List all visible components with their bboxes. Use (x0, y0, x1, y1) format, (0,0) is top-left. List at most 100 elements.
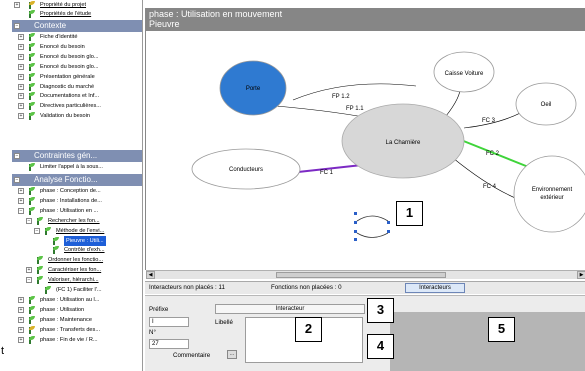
expand-toggle[interactable]: + (18, 73, 24, 80)
n-label: N° (149, 329, 156, 336)
node-label: Conducteurs (229, 167, 263, 173)
expand-toggle[interactable]: + (18, 83, 24, 90)
tree-item-label: Méthode de l'envi... (56, 227, 105, 234)
leaf-icon (26, 335, 35, 344)
leaf-icon (34, 266, 43, 275)
leaf-icon (26, 10, 35, 18)
prefixe-field[interactable]: I (149, 317, 189, 327)
expand-toggle[interactable]: + (18, 306, 24, 313)
section-label: Contraintes gén... (34, 151, 98, 160)
leaf-icon (26, 33, 35, 41)
callout-2: 2 (295, 317, 322, 342)
libelle-label: Libellé (215, 319, 233, 326)
node-label: Environnement (532, 187, 573, 193)
section-label: Analyse Fonctio... (34, 175, 98, 184)
leaf-icon (26, 82, 35, 91)
expand-toggle[interactable]: + (18, 326, 24, 333)
link-fp12[interactable] (292, 83, 417, 101)
commentaire-label: Commentaire (173, 352, 211, 359)
interacteur-tab[interactable]: Interacteur (215, 304, 365, 314)
expand-toggle[interactable]: + (18, 34, 24, 40)
tree-item-label: phase : Installations de... (40, 197, 102, 204)
leaf-icon (26, 52, 35, 61)
selection-handle[interactable] (354, 238, 357, 241)
link-label: FC 1 (320, 170, 334, 176)
collapse-toggle[interactable]: − (26, 217, 32, 224)
node-environnement[interactable] (513, 155, 585, 233)
link-label: FP 1.2 (332, 94, 350, 100)
section-contexte[interactable]: − Contexte (12, 20, 142, 32)
prefixe-label: Préfixe (149, 306, 169, 313)
leaf-icon (26, 206, 35, 215)
collapse-toggle[interactable]: − (18, 207, 24, 214)
expand-toggle[interactable]: + (18, 188, 24, 194)
tree-item-label: phase : Fin de vie / R... (40, 336, 98, 343)
selection-handle[interactable] (354, 212, 357, 215)
tree-item-label: phase : Utilisation au l... (40, 296, 100, 303)
expand-toggle[interactable]: + (18, 63, 24, 70)
expand-toggle[interactable]: + (26, 267, 32, 274)
leaf-icon (26, 42, 35, 51)
expand-toggle[interactable]: + (18, 113, 24, 120)
tree-item-label: Enoncé du besoin glo... (40, 53, 99, 60)
collapse-toggle[interactable]: − (14, 23, 20, 29)
node-label: Caisse Voiture (445, 71, 484, 77)
expand-toggle[interactable]: + (18, 316, 24, 323)
expand-toggle[interactable]: + (18, 93, 24, 100)
collapse-toggle[interactable]: − (34, 227, 40, 234)
tree-item-label: Ordonner les fonctio... (48, 257, 104, 264)
expand-toggle[interactable]: + (18, 296, 24, 303)
selection-handle[interactable] (387, 230, 390, 233)
number-field[interactable]: 27 (149, 339, 189, 349)
pieuvre-diagram-canvas[interactable]: phase : Utilisation en mouvement Pieuvre… (145, 8, 585, 279)
leaf-icon (42, 286, 51, 294)
tree-item-label: Pieuvre : Utili... (64, 235, 106, 246)
leaf-icon (26, 325, 35, 334)
tree-item-label: Valoriser, hiérarchi... (48, 277, 99, 284)
selection-handle[interactable] (354, 230, 357, 233)
tree-item-label: Caractériser les fon... (48, 267, 102, 274)
callout-4: 4 (367, 334, 394, 359)
selection-handle[interactable] (387, 221, 390, 224)
expand-toggle[interactable]: + (18, 103, 24, 110)
scroll-right-arrow-icon[interactable]: ▶ (577, 271, 585, 279)
section-contraintes[interactable]: − Contraintes gén... (12, 150, 142, 162)
leaf-icon (26, 92, 35, 101)
expand-toggle[interactable]: + (18, 336, 24, 343)
link-label: FP 1.1 (346, 106, 364, 112)
leaf-icon (26, 196, 35, 205)
collapse-toggle[interactable]: − (14, 153, 20, 159)
expand-toggle[interactable]: + (14, 2, 20, 8)
scroll-left-arrow-icon[interactable]: ◀ (146, 271, 155, 279)
leaf-icon (26, 62, 35, 71)
selection-handle[interactable] (354, 221, 357, 224)
status-strip: Interacteurs non placés : 11 Fonctions n… (145, 281, 585, 294)
comment-edit-button[interactable]: ... (227, 350, 237, 359)
section-analyse[interactable]: − Analyse Fonctio... (12, 174, 142, 186)
tree-item-label: Propriétés de l'étude (40, 11, 92, 17)
leaf-icon (26, 1, 35, 9)
horizontal-scrollbar[interactable]: ◀ ▶ (146, 270, 585, 279)
node-label: La Charnière (386, 140, 421, 146)
node-label: Porte (246, 86, 261, 92)
tree-item-label: Enoncé du besoin (40, 43, 85, 50)
node-label: Oeil (541, 102, 552, 108)
leaf-icon (34, 216, 43, 225)
collapse-toggle[interactable]: − (26, 277, 32, 284)
expand-toggle[interactable]: + (18, 197, 24, 204)
tree-item-label: (FC 1) Faciliter l'... (56, 287, 102, 293)
leaf-icon (26, 72, 35, 81)
tree-item-label: Limiter l'appel à la sous... (40, 164, 103, 170)
selected-link-upper[interactable] (356, 215, 389, 222)
leaf-icon (26, 187, 35, 195)
project-tree-panel: + Propriété du projet Propriétés de l'ét… (12, 0, 143, 371)
cropped-text-fragment: t (1, 345, 5, 357)
selected-link-lower[interactable] (356, 232, 389, 238)
expand-toggle[interactable]: + (18, 43, 24, 50)
scrollbar-thumb[interactable] (276, 272, 446, 278)
collapse-toggle[interactable]: − (14, 177, 20, 183)
interacteurs-button[interactable]: Interacteurs (405, 283, 465, 293)
link-label: FC 4 (483, 184, 497, 190)
unplaced-interactors-count: Interacteurs non placés : 11 (149, 284, 225, 291)
expand-toggle[interactable]: + (18, 53, 24, 60)
